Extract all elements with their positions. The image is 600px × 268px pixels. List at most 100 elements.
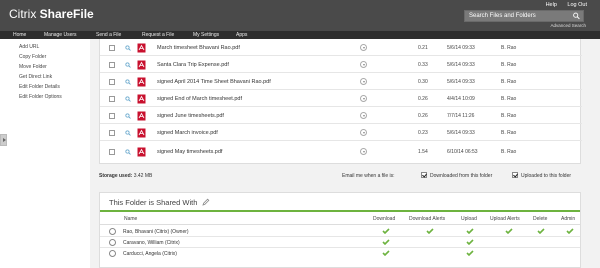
nav-apps[interactable]: Apps [236, 32, 247, 38]
file-row[interactable]: March timesheet Bhavani Rao.pdf 0.21 5/6… [100, 39, 582, 56]
file-actions-dropdown[interactable] [360, 44, 367, 51]
storage-value: 3.42 MB [133, 173, 153, 179]
file-date: 5/6/14 09:33 [447, 130, 475, 136]
shared-user-row[interactable]: Rao, Bhavani (Citrix) (Owner) [100, 226, 580, 237]
nav-my-settings[interactable]: My Settings [193, 32, 219, 38]
pdf-file-icon [137, 111, 146, 121]
file-actions-dropdown[interactable] [360, 148, 367, 155]
file-checkbox[interactable] [109, 130, 115, 136]
file-checkbox[interactable] [109, 149, 115, 155]
copy-folder-link[interactable]: Copy Folder [19, 54, 46, 60]
edit-folder-details-link[interactable]: Edit Folder Details [19, 84, 60, 90]
file-list: March timesheet Bhavani Rao.pdf 0.21 5/6… [99, 39, 582, 164]
file-name-link[interactable]: signed June timesheets.pdf [157, 113, 224, 119]
pdf-file-icon [137, 128, 146, 138]
file-size: 0.21 [418, 45, 428, 51]
search-input[interactable]: Search Files and Folders [464, 10, 584, 22]
edit-folder-options-link[interactable]: Edit Folder Options [19, 94, 62, 100]
file-name-link[interactable]: Santa Clara Trip Expense.pdf [157, 62, 229, 68]
preview-icon[interactable] [125, 62, 131, 68]
add-url-link[interactable]: Add URL [19, 44, 39, 50]
col-download-alerts: Download Alerts [409, 216, 446, 222]
citrix-sharefile-logo[interactable]: Citrix ShareFile [9, 7, 94, 21]
nav-manage-users[interactable]: Manage Users [44, 32, 77, 38]
preview-icon[interactable] [125, 96, 131, 102]
col-delete: Delete [533, 216, 548, 222]
checkmark-icon [382, 250, 390, 256]
search-icon[interactable] [572, 12, 581, 20]
file-checkbox[interactable] [109, 96, 115, 102]
file-size: 0.26 [418, 113, 428, 119]
sidebar-toggle[interactable] [0, 134, 7, 146]
help-link[interactable]: Help [546, 2, 557, 8]
file-row[interactable]: signed March invoice.pdf 0.23 5/6/14 09:… [100, 124, 582, 141]
nav-request-file[interactable]: Request a File [142, 32, 174, 38]
nav-send-file[interactable]: Send a File [96, 32, 121, 38]
storage-label: Storage used: [99, 173, 133, 179]
chevron-down-icon [362, 47, 365, 49]
shared-user-name: Caravano, William (Citrix) [123, 240, 180, 246]
file-uploaded-by: B. Rao [501, 79, 517, 85]
file-name-link[interactable]: signed March invoice.pdf [157, 130, 218, 136]
file-row[interactable]: signed June timesheets.pdf 0.26 7/7/14 1… [100, 107, 582, 124]
file-uploaded-by: B. Rao [501, 45, 517, 51]
file-row[interactable]: signed End of March timesheet.pdf 0.26 4… [100, 90, 582, 107]
file-actions-dropdown[interactable] [360, 78, 367, 85]
shared-user-row[interactable]: Carducci, Angela (Citrix) [100, 248, 580, 259]
search-placeholder: Search Files and Folders [469, 13, 536, 19]
checkmark-icon [466, 239, 474, 245]
checkmark-icon [466, 250, 474, 256]
move-folder-link[interactable]: Move Folder [19, 64, 47, 70]
preview-icon[interactable] [125, 45, 131, 51]
preview-icon[interactable] [125, 79, 131, 85]
advanced-search-link[interactable]: Advanced Search [550, 23, 586, 28]
pdf-file-icon [137, 147, 146, 157]
user-avatar-icon [109, 239, 116, 246]
downloaded-notify-checkbox[interactable] [421, 172, 427, 178]
file-row[interactable]: signed May timesheets.pdf 1.54 6/10/14 0… [100, 143, 582, 160]
checkmark-icon [426, 228, 434, 234]
uploaded-notify-checkbox[interactable] [512, 172, 518, 178]
file-actions-dropdown[interactable] [360, 61, 367, 68]
file-checkbox[interactable] [109, 113, 115, 119]
logout-link[interactable]: Log Out [567, 2, 587, 8]
file-uploaded-by: B. Rao [501, 149, 517, 155]
file-size: 0.23 [418, 130, 428, 136]
file-name-link[interactable]: signed May timesheets.pdf [157, 149, 222, 155]
header-divider [100, 224, 580, 225]
checkmark-icon [382, 228, 390, 234]
shared-with-panel: This Folder is Shared With Name Download… [99, 192, 581, 268]
file-name-link[interactable]: signed April 2014 Time Sheet Bhavani Rao… [157, 79, 271, 85]
file-actions-dropdown[interactable] [360, 112, 367, 119]
top-links: Help Log Out [537, 2, 587, 8]
file-uploaded-by: B. Rao [501, 130, 517, 136]
file-date: 6/10/14 06:53 [447, 149, 478, 155]
file-actions-dropdown[interactable] [360, 95, 367, 102]
col-download: Download [373, 216, 396, 222]
nav-home[interactable]: Home [13, 32, 26, 38]
file-checkbox[interactable] [109, 79, 115, 85]
chevron-down-icon [362, 151, 365, 153]
file-checkbox[interactable] [109, 45, 115, 51]
user-avatar-icon [109, 228, 116, 235]
shared-user-row[interactable]: Caravano, William (Citrix) [100, 237, 580, 248]
file-uploaded-by: B. Rao [501, 62, 517, 68]
preview-icon[interactable] [125, 149, 131, 155]
get-direct-link[interactable]: Get Direct Link [19, 74, 52, 80]
file-actions-dropdown[interactable] [360, 129, 367, 136]
col-upload-alerts: Upload Alerts [490, 216, 520, 222]
file-row[interactable]: Santa Clara Trip Expense.pdf 0.33 5/6/14… [100, 56, 582, 73]
section-divider [100, 210, 580, 212]
preview-icon[interactable] [125, 130, 131, 136]
edit-pencil-icon[interactable] [202, 198, 210, 206]
storage-used: Storage used: 3.42 MB [99, 173, 152, 179]
file-checkbox[interactable] [109, 62, 115, 68]
file-uploaded-by: B. Rao [501, 113, 517, 119]
chevron-down-icon [362, 132, 365, 134]
file-name-link[interactable]: March timesheet Bhavani Rao.pdf [157, 45, 240, 51]
col-name: Name [124, 216, 138, 222]
chevron-down-icon [362, 81, 365, 83]
file-name-link[interactable]: signed End of March timesheet.pdf [157, 96, 242, 102]
file-row[interactable]: signed April 2014 Time Sheet Bhavani Rao… [100, 73, 582, 90]
preview-icon[interactable] [125, 113, 131, 119]
